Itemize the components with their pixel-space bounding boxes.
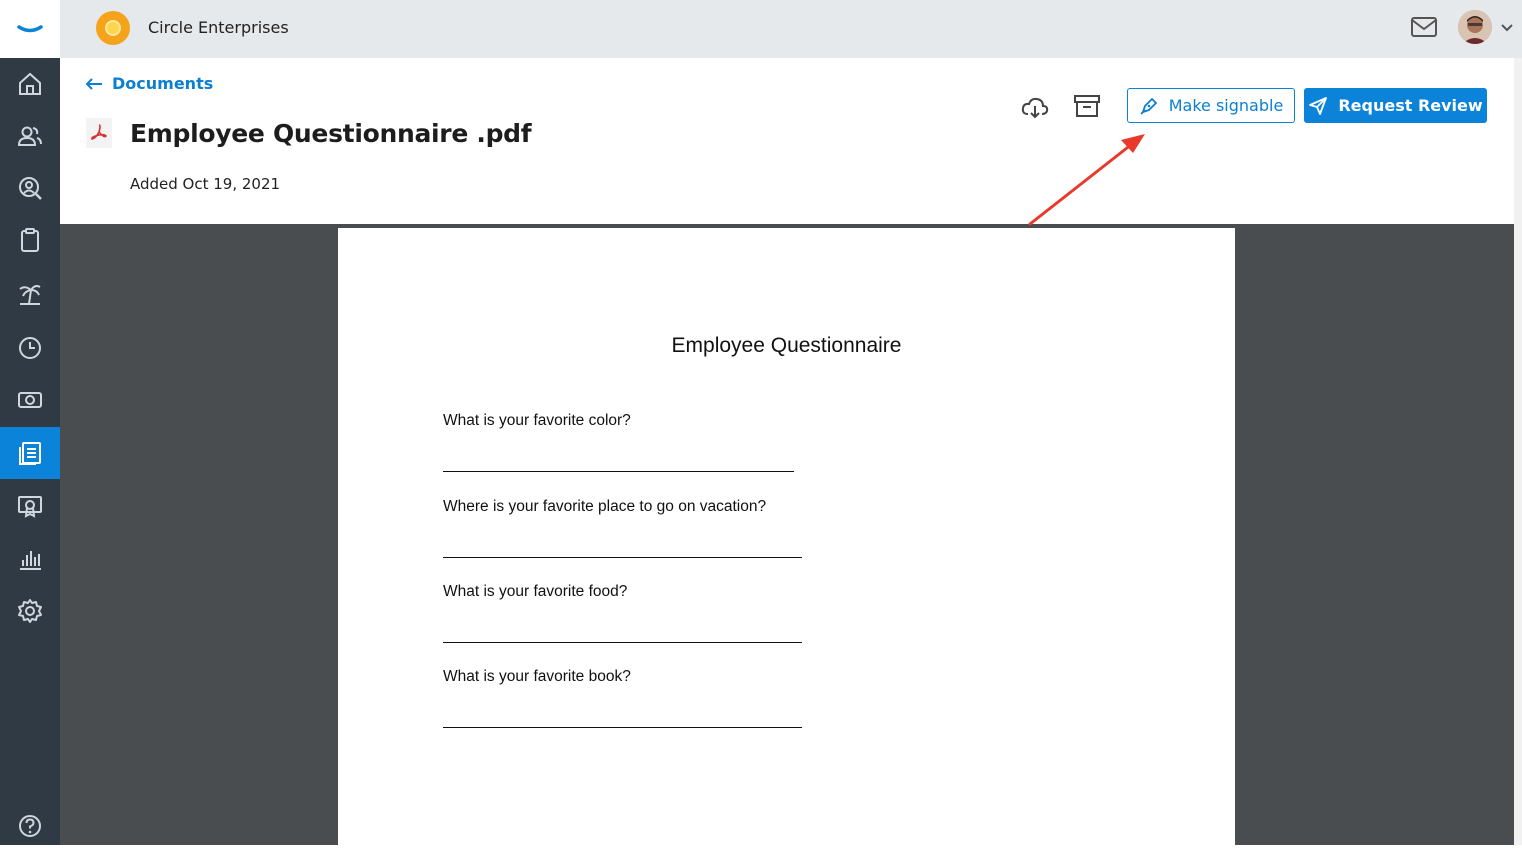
bar-chart-icon bbox=[20, 551, 41, 570]
money-icon bbox=[18, 392, 42, 408]
answer-line-3 bbox=[443, 642, 802, 643]
palm-tree-icon bbox=[19, 285, 41, 305]
archive-icon bbox=[1074, 95, 1100, 117]
sidebar-item-clipboard[interactable] bbox=[0, 214, 60, 266]
question-1: What is your favorite color? bbox=[443, 412, 631, 429]
sidebar-item-time-off[interactable] bbox=[0, 268, 60, 320]
sidebar-item-time[interactable] bbox=[0, 322, 60, 374]
added-date: Added Oct 19, 2021 bbox=[130, 175, 281, 193]
top-bar: Circle Enterprises bbox=[60, 0, 1522, 58]
pdf-file-icon bbox=[86, 118, 112, 148]
mail-button[interactable] bbox=[1410, 15, 1438, 44]
sidebar-item-person-search[interactable] bbox=[0, 162, 60, 214]
clipboard-icon bbox=[21, 228, 39, 252]
sidebar-item-help[interactable] bbox=[0, 800, 60, 852]
document-title: Employee Questionnaire bbox=[671, 334, 902, 357]
cloud-download-icon bbox=[1021, 97, 1049, 119]
people-icon bbox=[17, 126, 42, 146]
question-2: Where is your favorite place to go on va… bbox=[443, 498, 767, 515]
sidebar-item-settings[interactable] bbox=[0, 585, 60, 637]
clock-icon bbox=[19, 337, 41, 359]
pen-icon bbox=[1140, 97, 1157, 115]
gear-icon bbox=[18, 599, 42, 623]
send-icon bbox=[1309, 96, 1328, 115]
arrow-left-icon bbox=[85, 77, 102, 90]
pdf-page: Employee Questionnaire What is your favo… bbox=[338, 228, 1235, 848]
company-logo bbox=[96, 11, 130, 45]
mail-icon bbox=[1411, 17, 1437, 37]
user-avatar-icon bbox=[1458, 10, 1492, 44]
make-signable-button[interactable]: Make signable bbox=[1127, 88, 1295, 123]
document-header: Documents Employee Questionnaire .pdf Ad… bbox=[60, 58, 1514, 224]
sidebar-item-home[interactable] bbox=[0, 58, 60, 110]
answer-line-2 bbox=[443, 557, 802, 558]
archive-button[interactable] bbox=[1072, 92, 1102, 125]
account-menu-button[interactable] bbox=[1500, 20, 1514, 38]
sidebar-item-training[interactable] bbox=[0, 480, 60, 532]
certificate-icon bbox=[18, 496, 42, 518]
request-review-label: Request Review bbox=[1338, 96, 1483, 115]
question-4: What is your favorite book? bbox=[443, 668, 631, 685]
back-to-documents-link[interactable]: Documents bbox=[84, 74, 213, 93]
help-icon bbox=[19, 815, 41, 837]
request-review-button[interactable]: Request Review bbox=[1304, 88, 1487, 123]
answer-line-4 bbox=[443, 727, 802, 728]
chevron-down-icon bbox=[1501, 24, 1513, 32]
scrollbar[interactable] bbox=[1514, 58, 1522, 845]
app-logo-icon bbox=[17, 25, 43, 33]
person-search-icon bbox=[19, 177, 42, 200]
download-button[interactable] bbox=[1020, 94, 1050, 127]
sidebar-item-documents[interactable] bbox=[0, 427, 60, 479]
documents-icon bbox=[19, 442, 41, 465]
question-3: What is your favorite food? bbox=[443, 583, 628, 600]
sidebar-item-people[interactable] bbox=[0, 110, 60, 162]
home-icon bbox=[19, 72, 41, 95]
answer-line-1 bbox=[443, 471, 794, 472]
sidebar bbox=[0, 0, 60, 845]
make-signable-label: Make signable bbox=[1168, 96, 1284, 115]
avatar[interactable] bbox=[1458, 10, 1492, 44]
sidebar-item-payroll[interactable] bbox=[0, 374, 60, 426]
sidebar-item-reports[interactable] bbox=[0, 533, 60, 585]
app-logo[interactable] bbox=[0, 0, 60, 58]
page-title: Employee Questionnaire .pdf bbox=[130, 119, 532, 148]
pdf-viewer[interactable]: Employee Questionnaire What is your favo… bbox=[60, 224, 1514, 848]
company-name: Circle Enterprises bbox=[148, 18, 289, 37]
back-link-label: Documents bbox=[112, 74, 214, 93]
